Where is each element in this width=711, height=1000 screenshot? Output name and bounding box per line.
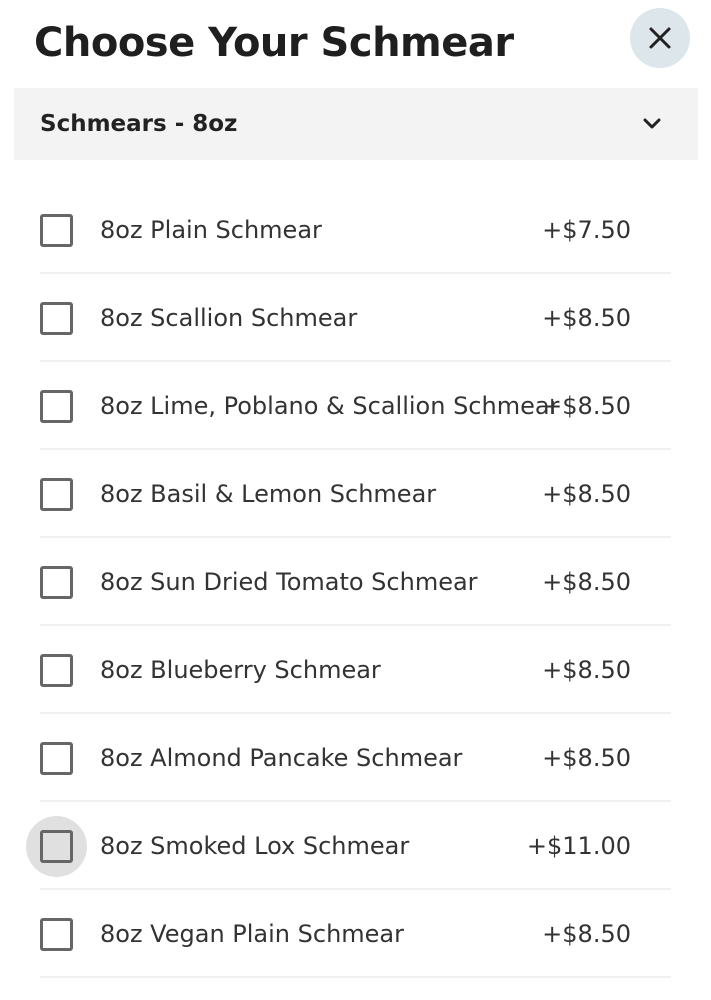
option-label: 8oz Sun Dried Tomato Schmear [100, 568, 478, 596]
option-checkbox[interactable] [40, 390, 73, 423]
option-checkbox[interactable] [40, 918, 73, 951]
option-label: 8oz Plain Schmear [100, 216, 322, 244]
option-price: +$8.50 [542, 480, 631, 508]
section-label: Schmears - 8oz [40, 111, 238, 137]
option-label: 8oz Blueberry Schmear [100, 656, 381, 684]
option-label: 8oz Vegan Plain Schmear [100, 920, 404, 948]
option-label: 8oz Smoked Lox Schmear [100, 832, 410, 860]
option-label: 8oz Lime, Poblano & Scallion Schmear [100, 392, 560, 420]
list-item[interactable]: 8oz Vegan Plain Schmear +$8.50 [0, 890, 711, 978]
close-icon [649, 27, 671, 49]
option-price: +$8.50 [542, 304, 631, 332]
options-list: 8oz Plain Schmear +$7.50 8oz Scallion Schm… [0, 186, 711, 978]
option-checkbox[interactable] [40, 478, 73, 511]
list-item[interactable]: 8oz Lime, Poblano & Scallion Schmear +$8.… [0, 362, 711, 450]
option-label: 8oz Basil & Lemon Schmear [100, 480, 437, 508]
option-checkbox[interactable] [40, 566, 73, 599]
option-checkbox[interactable] [40, 214, 73, 247]
modal-header: Choose Your Schmear [0, 0, 711, 88]
page-title: Choose Your Schmear [34, 20, 514, 66]
option-price: +$11.00 [526, 832, 631, 860]
option-label: 8oz Almond Pancake Schmear [100, 744, 463, 772]
section-header-schmears[interactable]: Schmears - 8oz [14, 88, 698, 160]
option-price: +$8.50 [542, 744, 631, 772]
list-item[interactable]: 8oz Smoked Lox Schmear +$11.00 [0, 802, 711, 890]
option-checkbox[interactable] [40, 302, 73, 335]
list-item[interactable]: 8oz Basil & Lemon Schmear +$8.50 [0, 450, 711, 538]
option-price: +$7.50 [542, 216, 631, 244]
option-price: +$8.50 [542, 568, 631, 596]
chevron-down-icon [643, 118, 661, 129]
list-item[interactable]: 8oz Almond Pancake Schmear +$8.50 [0, 714, 711, 802]
option-checkbox[interactable] [40, 742, 73, 775]
option-price: +$8.50 [542, 392, 631, 420]
list-item[interactable]: 8oz Sun Dried Tomato Schmear +$8.50 [0, 538, 711, 626]
close-button[interactable] [630, 8, 690, 68]
list-item[interactable]: 8oz Blueberry Schmear +$8.50 [0, 626, 711, 714]
option-checkbox[interactable] [40, 830, 73, 863]
option-price: +$8.50 [542, 656, 631, 684]
option-price: +$8.50 [542, 920, 631, 948]
list-item[interactable]: 8oz Scallion Schmear +$8.50 [0, 274, 711, 362]
option-checkbox[interactable] [40, 654, 73, 687]
list-item[interactable]: 8oz Plain Schmear +$7.50 [0, 186, 711, 274]
option-label: 8oz Scallion Schmear [100, 304, 358, 332]
